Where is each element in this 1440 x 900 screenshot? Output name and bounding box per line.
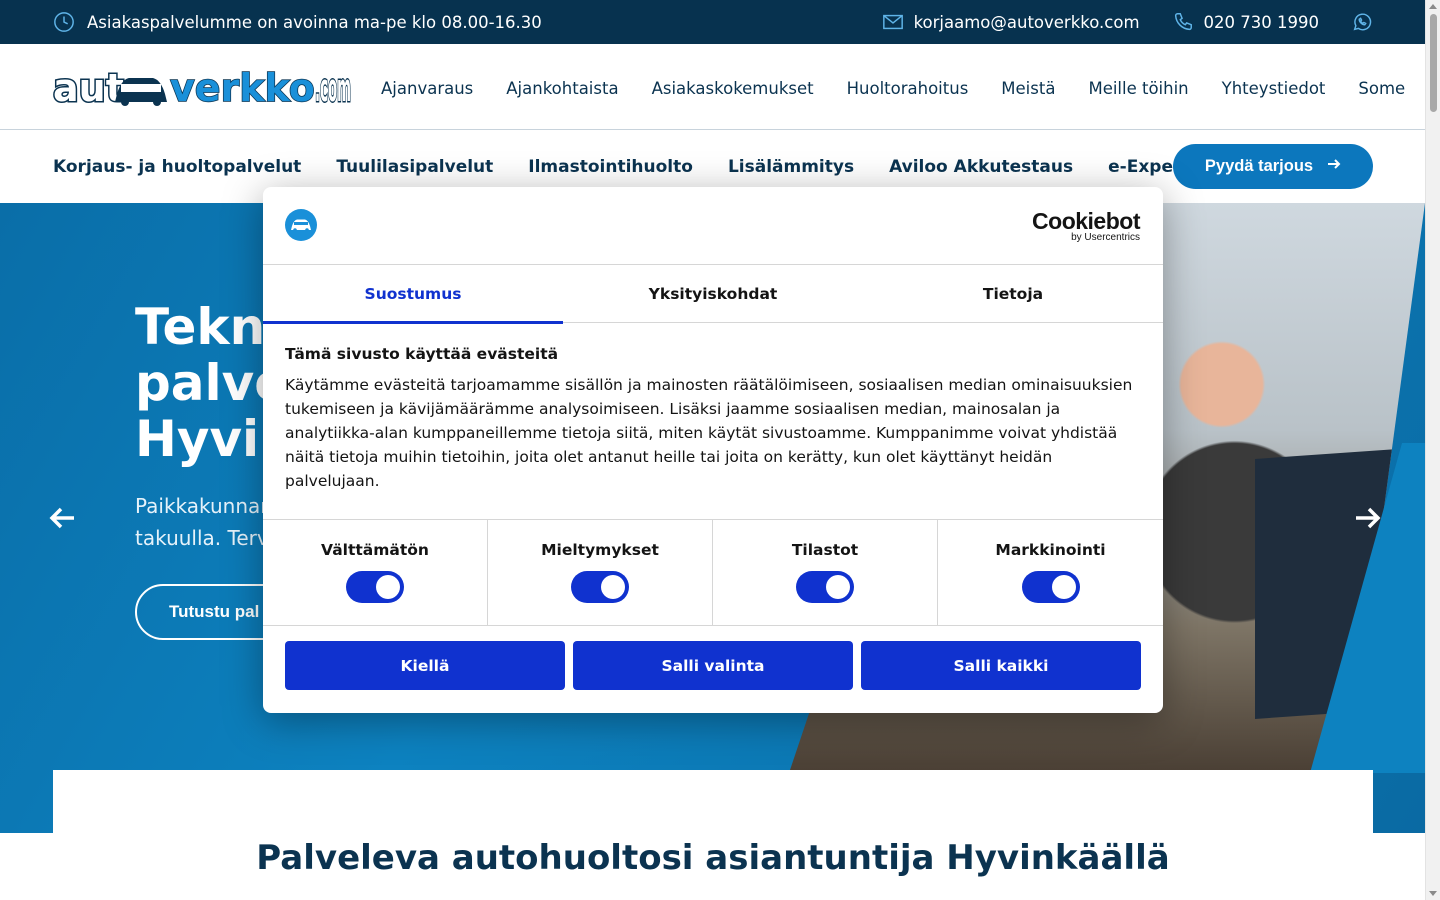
- whatsapp-icon[interactable]: [1351, 11, 1373, 33]
- allow-selection-button[interactable]: Salli valinta: [573, 641, 853, 690]
- intro-section: Palveleva autohuoltosi asiantuntija Hyvi…: [53, 770, 1373, 900]
- toggle-necessary-label: Välttämätön: [321, 541, 429, 559]
- tab-suostumus[interactable]: Suostumus: [263, 265, 563, 324]
- toggle-statistics-label: Tilastot: [791, 541, 859, 559]
- main-nav: Ajanvaraus Ajankohtaista Asiakaskokemuks…: [381, 79, 1405, 98]
- nav-meille-toihin[interactable]: Meille töihin: [1088, 79, 1188, 98]
- opening-hours-text: Asiakaspalvelumme on avoinna ma-pe klo 0…: [87, 12, 542, 32]
- toggle-marketing-label: Markkinointi: [995, 541, 1106, 559]
- toggle-preferences-switch[interactable]: [571, 571, 629, 603]
- request-quote-button[interactable]: Pyydä tarjous: [1173, 144, 1373, 189]
- cookiebot-brand-sub: by Usercentrics: [1071, 232, 1140, 243]
- tab-yksityiskohdat[interactable]: Yksityiskohdat: [563, 265, 863, 323]
- page-scrollbar[interactable]: [1425, 0, 1440, 900]
- arrow-right-icon: [1327, 157, 1341, 176]
- consent-toggles: Välttämätön Mieltymykset Tilastot Markki…: [263, 519, 1163, 626]
- site-logo[interactable]: aut verkko .com: [52, 65, 353, 112]
- site-header: aut verkko .com Ajanvaraus Ajankohtaista…: [0, 44, 1425, 130]
- site-car-icon: [285, 209, 317, 241]
- cookie-consent-dialog: Cookiebot by Usercentrics Suostumus Yksi…: [263, 187, 1163, 713]
- svg-text:verkko: verkko: [170, 68, 315, 108]
- svg-text:.com: .com: [315, 68, 351, 108]
- nav-meista[interactable]: Meistä: [1001, 79, 1055, 98]
- opening-hours: Asiakaspalvelumme on avoinna ma-pe klo 0…: [53, 11, 542, 33]
- top-info-bar: Asiakaspalvelumme on avoinna ma-pe klo 0…: [0, 0, 1425, 44]
- allow-all-button[interactable]: Salli kaikki: [861, 641, 1141, 690]
- mail-icon: [882, 11, 904, 33]
- nav-ajankohtaista[interactable]: Ajankohtaista: [506, 79, 618, 98]
- hero-text-line-1: Paikkakunnar: [135, 494, 269, 518]
- service-lisalammitys[interactable]: Lisälämmitys: [728, 157, 854, 177]
- scroll-up-icon[interactable]: [1429, 4, 1437, 9]
- nav-some[interactable]: Some: [1358, 79, 1405, 98]
- service-korjaus-huolto[interactable]: Korjaus- ja huoltopalvelut: [53, 157, 301, 177]
- consent-buttons: Kiellä Salli valinta Salli kaikki: [285, 641, 1141, 690]
- nav-ajanvaraus[interactable]: Ajanvaraus: [381, 79, 473, 98]
- toggle-marketing-switch[interactable]: [1021, 571, 1080, 603]
- toggle-necessary: Välttämätön: [263, 520, 488, 626]
- dialog-tabs: Suostumus Yksityiskohdat Tietoja: [263, 265, 1163, 324]
- nav-yhteystiedot[interactable]: Yhteystiedot: [1222, 79, 1326, 98]
- toggle-preferences: Mieltymykset: [488, 520, 713, 626]
- toggle-necessary-switch[interactable]: [346, 571, 404, 603]
- phone-text[interactable]: 020 730 1990: [1204, 13, 1319, 32]
- toggle-marketing: Markkinointi: [938, 520, 1163, 626]
- nav-asiakaskokemukset[interactable]: Asiakaskokemukset: [652, 79, 814, 98]
- whatsapp-link[interactable]: [1351, 11, 1373, 33]
- scrollbar-thumb[interactable]: [1430, 14, 1437, 112]
- hero-text-line-2: takuulla. Terv: [135, 526, 269, 550]
- cookiebot-brand: Cookiebot: [1032, 208, 1140, 234]
- toggle-preferences-label: Mieltymykset: [541, 541, 659, 559]
- carousel-prev-arrow-icon[interactable]: [47, 503, 77, 533]
- tab-tietoja[interactable]: Tietoja: [863, 265, 1163, 323]
- request-quote-label: Pyydä tarjous: [1204, 157, 1314, 175]
- scroll-down-icon[interactable]: [1429, 891, 1437, 896]
- toggle-statistics: Tilastot: [713, 520, 938, 626]
- dialog-heading: Tämä sivusto käyttää evästeitä: [285, 345, 559, 363]
- nav-huoltorahoitus[interactable]: Huoltorahoitus: [847, 79, 969, 98]
- dialog-description: Käytämme evästeitä tarjoamamme sisällön …: [285, 376, 1133, 490]
- toggle-statistics-switch[interactable]: [796, 571, 854, 603]
- carousel-next-arrow-icon[interactable]: [1353, 503, 1383, 533]
- intro-heading: Palveleva autohuoltosi asiantuntija Hyvi…: [256, 838, 1170, 878]
- service-ilmastointi[interactable]: Ilmastointihuolto: [528, 157, 693, 177]
- svg-text:aut: aut: [53, 68, 124, 108]
- clock-icon: [53, 11, 75, 33]
- email-link[interactable]: korjaamo@autoverkko.com: [882, 11, 1140, 33]
- service-tuulilasi[interactable]: Tuulilasipalvelut: [336, 157, 493, 177]
- cookiebot-logo[interactable]: Cookiebot by Usercentrics: [1032, 209, 1140, 243]
- phone-link[interactable]: 020 730 1990: [1172, 11, 1319, 33]
- dialog-body: Tämä sivusto käyttää evästeitä Käytämme …: [285, 345, 1141, 493]
- phone-icon: [1172, 11, 1194, 33]
- deny-button[interactable]: Kiellä: [285, 641, 565, 690]
- service-aviloo[interactable]: Aviloo Akkutestaus: [889, 157, 1073, 177]
- email-text[interactable]: korjaamo@autoverkko.com: [914, 13, 1140, 32]
- dialog-header: Cookiebot by Usercentrics: [263, 187, 1163, 265]
